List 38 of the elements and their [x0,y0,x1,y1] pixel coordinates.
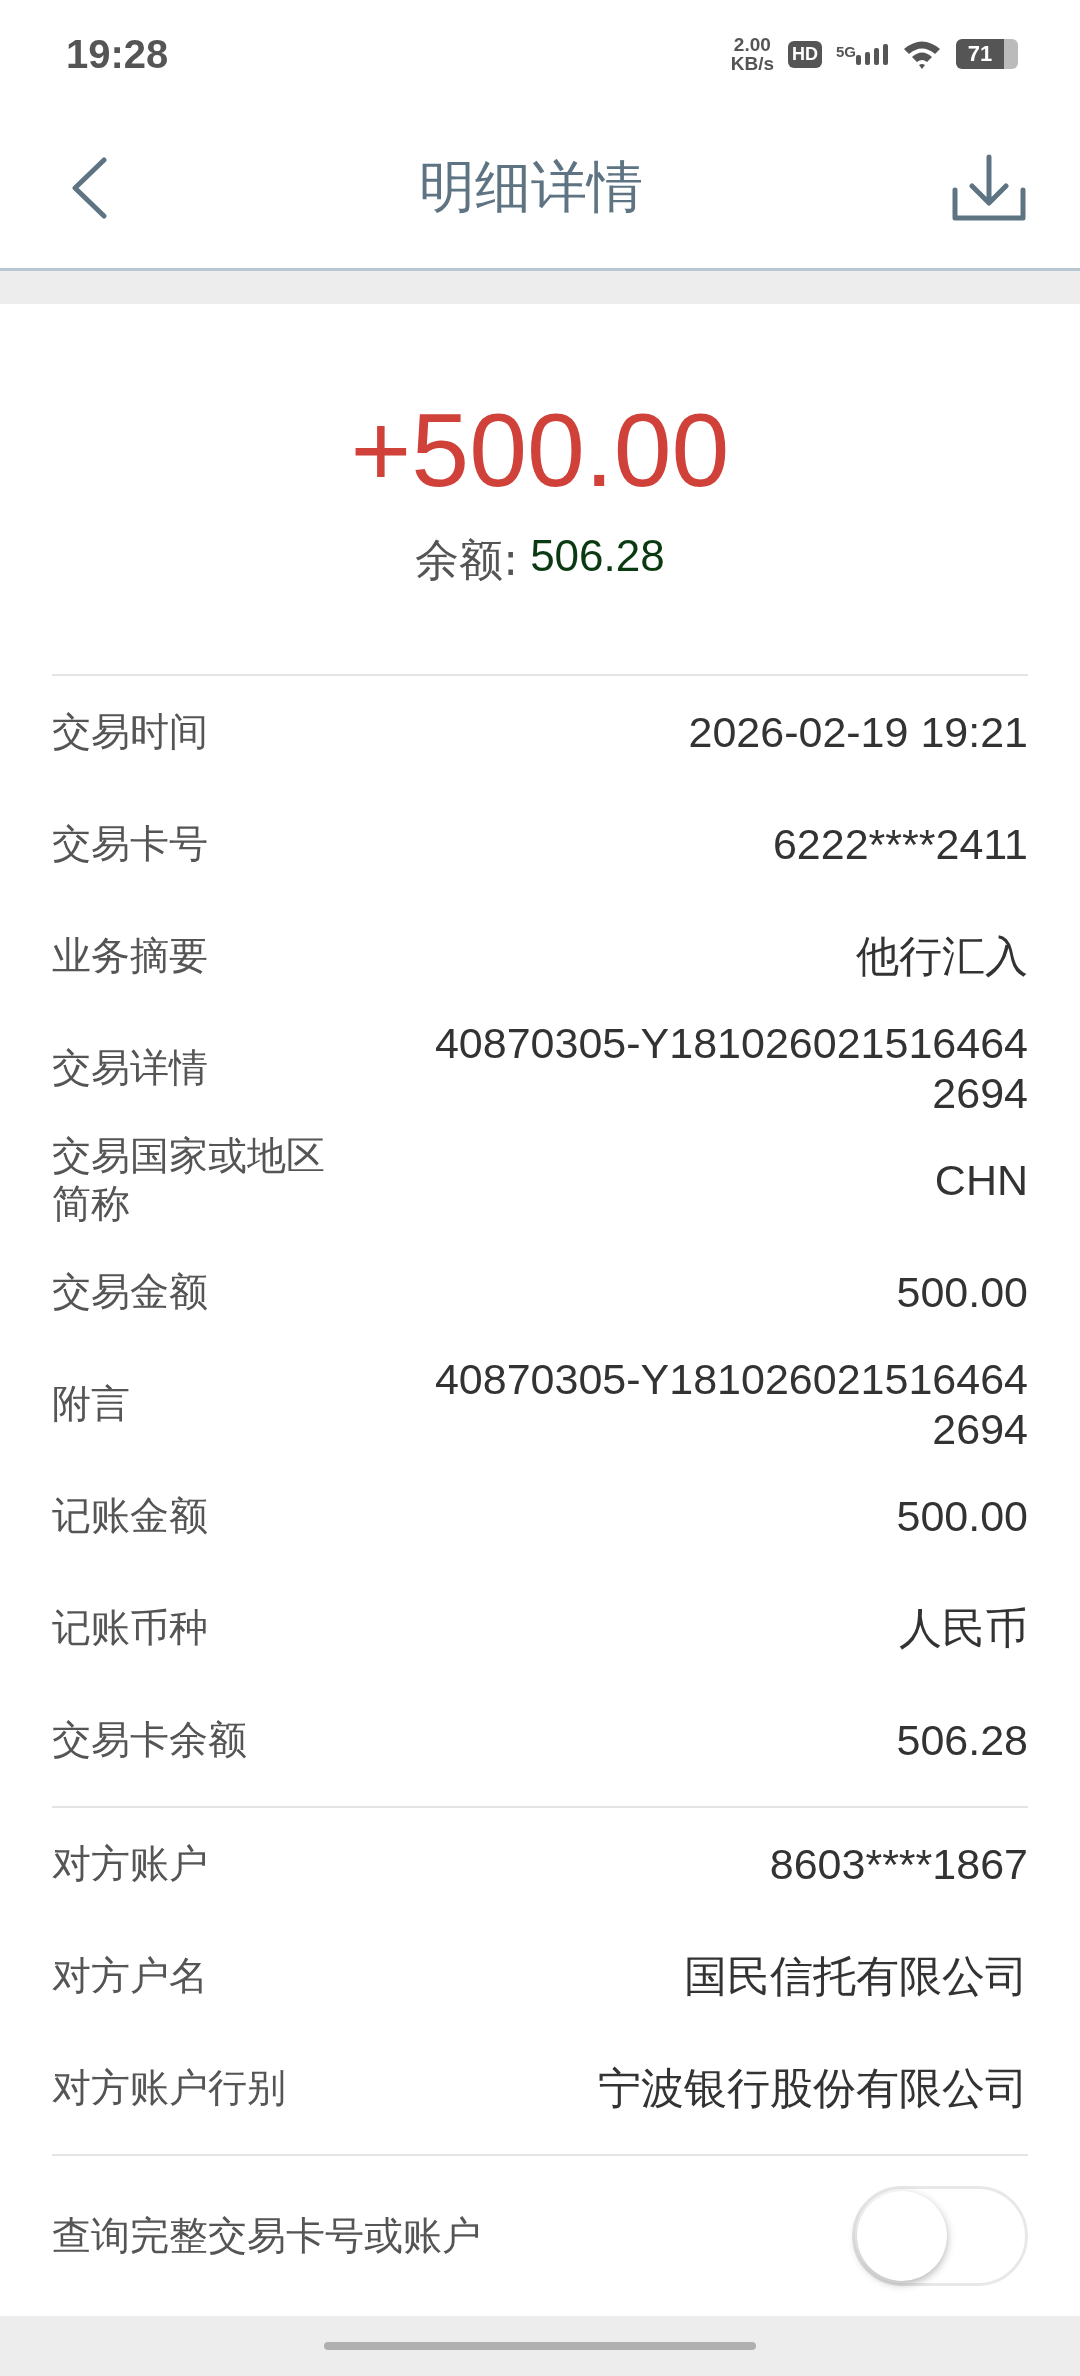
signal-icon [856,43,888,65]
field-label: 交易详情 [52,1043,209,1092]
field-value: 40870305-Y181026021516464 2694 [433,1017,1028,1118]
page-title: 明细详情 [419,153,643,221]
field-label: 记账币种 [52,1603,209,1652]
network-speed: 2.00 KB/s [730,35,774,73]
field-label: 交易金额 [52,1267,209,1316]
status-time: 19:28 [66,31,169,77]
field-label: 交易卡号 [52,819,209,868]
field-value: 人民币 [898,1602,1028,1653]
balance-value: 506.28 [530,530,665,582]
field-value: 国民信托有限公司 [683,1950,1028,2001]
field-value: 506.28 [895,1714,1028,1765]
field-label: 对方账户行别 [52,2063,287,2112]
field-label: 对方户名 [52,1951,209,2000]
field-value: 6222****2411 [771,818,1028,869]
field-value: 40870305-Y181026021516464 2694 [433,1353,1028,1454]
field-value: 8603****1867 [768,1838,1028,1889]
field-value: 2026-02-19 19:21 [687,706,1028,757]
field-label: 对方账户 [52,1839,209,1888]
field-label: 附言 [52,1379,131,1428]
field-value: 宁波银行股份有限公司 [597,2062,1028,2113]
transaction-amount: +500.00 [350,391,730,510]
network-type: 5G [836,43,856,60]
field-value: 500.00 [895,1266,1028,1317]
field-label: 记账金额 [52,1491,209,1540]
download-icon[interactable] [952,154,1026,222]
balance-label: 余额: [415,532,519,587]
field-value: CHN [933,1154,1028,1205]
field-value: 他行汇入 [855,930,1028,981]
hd-badge: HD [788,40,822,68]
field-label: 交易时间 [52,707,209,756]
back-icon[interactable] [70,157,110,219]
field-label: 交易国家或地区简称 [52,1131,326,1228]
field-value: 500.00 [895,1490,1028,1541]
field-label: 交易卡余额 [52,1715,248,1764]
field-label: 业务摘要 [52,931,209,980]
toggle-label: 查询完整交易卡号或账户 [52,2211,481,2260]
